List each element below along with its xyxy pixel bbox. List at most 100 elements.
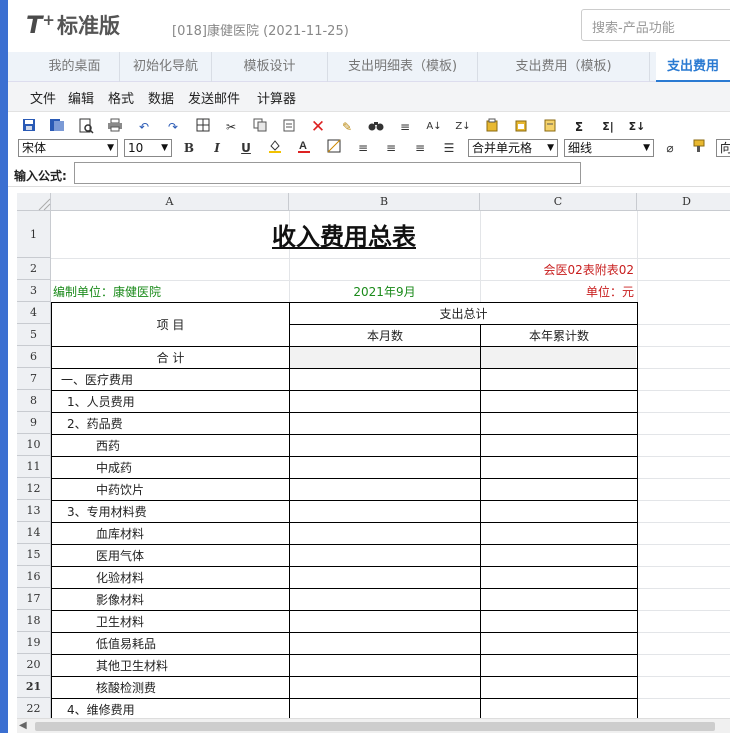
row-header[interactable]: 22 <box>17 698 51 718</box>
column-header-d[interactable]: D <box>637 193 730 211</box>
item-label[interactable]: 西药 <box>96 435 289 456</box>
italic-icon[interactable]: I <box>208 139 226 157</box>
row-header[interactable]: 13 <box>17 500 51 522</box>
undo-icon[interactable]: ↶ <box>135 118 153 136</box>
row-header[interactable]: 17 <box>17 588 51 610</box>
menu-calculator[interactable]: 计算器 <box>257 88 296 107</box>
row-header[interactable]: 12 <box>17 478 51 500</box>
item-label[interactable]: 血库材料 <box>96 523 289 544</box>
column-header-a[interactable]: A <box>51 193 289 211</box>
underline-icon[interactable]: U <box>237 139 255 157</box>
row-header[interactable]: 2 <box>17 258 51 280</box>
formula-input[interactable] <box>74 162 581 184</box>
save-icon[interactable] <box>20 118 38 136</box>
currency-unit[interactable]: 单位：元 <box>480 280 634 302</box>
sum-row-icon[interactable]: Σ| <box>599 118 617 136</box>
tab-expense-cost-template[interactable]: 支出费用（模板) <box>478 52 650 82</box>
row-header[interactable]: 21 <box>17 676 51 698</box>
row-header[interactable]: 15 <box>17 544 51 566</box>
align-justify-icon[interactable]: ☰ <box>440 139 458 157</box>
item-label[interactable]: 其他卫生材料 <box>96 655 289 676</box>
merge-cells-select[interactable]: 合并单元格 ▼ <box>468 139 558 157</box>
row-header[interactable]: 11 <box>17 456 51 478</box>
align-left-icon[interactable]: ≡ <box>354 139 372 157</box>
item-label[interactable]: 卫生材料 <box>96 611 289 632</box>
row-header[interactable]: 10 <box>17 434 51 456</box>
fill-color-icon[interactable] <box>266 139 284 157</box>
font-name-select[interactable]: 宋体 ▼ <box>18 139 118 157</box>
menu-edit[interactable]: 编辑 <box>68 88 94 107</box>
cut-icon[interactable]: ✂ <box>222 118 240 136</box>
sum-col-icon[interactable]: Σ↓ <box>628 118 646 136</box>
menu-send-mail[interactable]: 发送邮件 <box>188 88 240 107</box>
paste-icon[interactable] <box>280 118 298 136</box>
row-header[interactable]: 3 <box>17 280 51 302</box>
item-label[interactable]: 医用气体 <box>96 545 289 566</box>
row-header[interactable]: 7 <box>17 368 51 390</box>
sort-desc-icon[interactable]: Z↓ <box>454 118 472 136</box>
print-icon[interactable] <box>106 118 124 136</box>
horizontal-scrollbar[interactable]: ◀ <box>17 718 730 733</box>
border-icon[interactable] <box>325 139 343 157</box>
item-label[interactable]: 核酸检测费 <box>96 677 289 698</box>
row-header[interactable]: 9 <box>17 412 51 434</box>
this-month-header[interactable]: 本月数 <box>290 325 480 346</box>
font-size-select[interactable]: 10 ▼ <box>124 139 172 157</box>
align-center-icon[interactable]: ≡ <box>382 139 400 157</box>
scroll-thumb[interactable] <box>35 722 715 731</box>
row-header[interactable]: 5 <box>17 324 51 346</box>
menu-format[interactable]: 格式 <box>108 88 134 107</box>
ytd-header[interactable]: 本年累计数 <box>481 325 637 346</box>
tab-init-guide[interactable]: 初始化导航 <box>120 52 212 82</box>
copy-icon[interactable] <box>251 118 269 136</box>
sum-icon[interactable]: Σ <box>570 118 588 136</box>
search-input[interactable]: 搜索-产品功能 <box>581 9 730 41</box>
row-header[interactable]: 8 <box>17 390 51 412</box>
clipboard-icon[interactable] <box>541 118 559 136</box>
item-label[interactable]: 4、维修费用 <box>67 699 289 718</box>
format-painter-icon[interactable] <box>689 139 707 157</box>
column-header-b[interactable]: B <box>289 193 480 211</box>
paste-special-icon[interactable] <box>483 118 501 136</box>
form-code[interactable]: 会医02表附表02 <box>480 258 634 280</box>
item-label[interactable]: 3、专用材料费 <box>67 501 289 522</box>
grid-icon[interactable] <box>194 118 212 136</box>
sheet-title[interactable]: 收入费用总表 <box>51 211 637 258</box>
save-as-icon[interactable] <box>48 118 66 136</box>
bold-icon[interactable]: B <box>180 139 198 157</box>
row-header[interactable]: 4 <box>17 302 51 324</box>
row-header[interactable]: 6 <box>17 346 51 368</box>
item-label[interactable]: 中药饮片 <box>96 479 289 500</box>
item-label[interactable]: 影像材料 <box>96 589 289 610</box>
total-expense-header[interactable]: 支出总计 <box>290 303 637 324</box>
more-select[interactable]: 向 <box>716 139 730 157</box>
tab-template-design[interactable]: 模板设计 <box>212 52 328 82</box>
replace-icon[interactable]: ≡ <box>396 118 414 136</box>
font-color-icon[interactable]: A <box>295 139 313 157</box>
report-period[interactable]: 2021年9月 <box>289 280 480 302</box>
eraser-icon[interactable]: ⌀ <box>661 139 679 157</box>
scroll-left-icon[interactable]: ◀ <box>19 720 27 731</box>
row-header[interactable]: 20 <box>17 654 51 676</box>
border-style-select[interactable]: 细线 ▼ <box>564 139 654 157</box>
row-header[interactable]: 18 <box>17 610 51 632</box>
print-preview-icon[interactable] <box>77 118 95 136</box>
item-label[interactable]: 2、药品费 <box>67 413 289 434</box>
delete-icon[interactable]: ✕ <box>309 118 327 136</box>
redo-icon[interactable]: ↷ <box>164 118 182 136</box>
tab-expense-detail-template[interactable]: 支出明细表（模板) <box>328 52 478 82</box>
menu-data[interactable]: 数据 <box>148 88 174 107</box>
paste-values-icon[interactable] <box>512 118 530 136</box>
column-header-c[interactable]: C <box>480 193 637 211</box>
select-all-corner[interactable] <box>17 193 51 211</box>
tab-my-desktop[interactable]: 我的桌面 <box>30 52 120 82</box>
menu-file[interactable]: 文件 <box>30 88 56 107</box>
row-header[interactable]: 19 <box>17 632 51 654</box>
tab-expense-cost[interactable]: 支出费用 <box>656 52 730 82</box>
total-row-label[interactable]: 合 计 <box>52 347 289 368</box>
find-icon[interactable] <box>367 118 385 136</box>
align-right-icon[interactable]: ≡ <box>411 139 429 157</box>
item-label[interactable]: 化验材料 <box>96 567 289 588</box>
row-header[interactable]: 14 <box>17 522 51 544</box>
row-header[interactable]: 1 <box>17 211 51 258</box>
